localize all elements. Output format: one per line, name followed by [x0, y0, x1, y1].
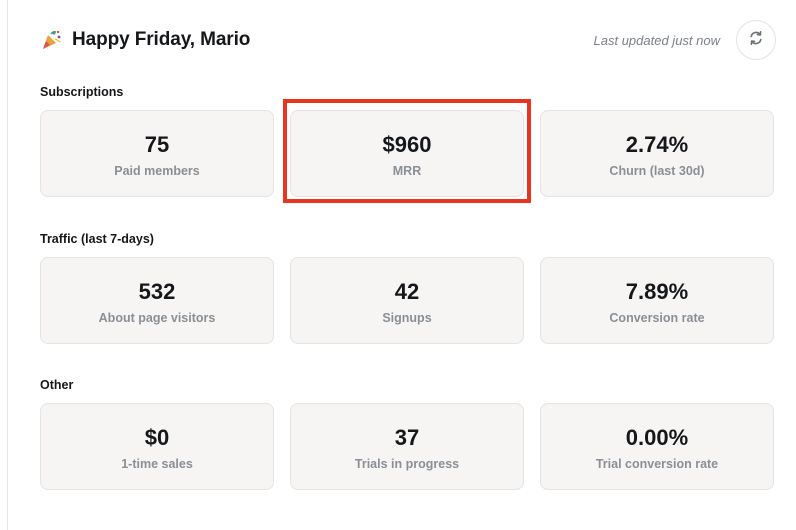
stat-value: $0 — [144, 425, 170, 450]
stat-card-conversion-rate[interactable]: 7.89% Conversion rate — [540, 257, 774, 344]
stat-value: 7.89% — [625, 279, 689, 304]
traffic-row: 532 About page visitors 42 Signups 7.89%… — [40, 257, 775, 345]
stat-card-trial-conversion-rate[interactable]: 0.00% Trial conversion rate — [540, 403, 774, 490]
last-updated-text: Last updated just now — [593, 32, 720, 48]
greeting-title: Happy Friday, Mario — [72, 29, 251, 50]
stat-value: 532 — [138, 279, 176, 304]
stat-value: $960 — [382, 132, 432, 157]
refresh-button[interactable] — [736, 20, 776, 60]
stat-label: MRR — [392, 164, 422, 178]
stat-card-signups[interactable]: 42 Signups — [290, 257, 524, 344]
stat-label: Signups — [382, 311, 432, 325]
stat-label: Trial conversion rate — [595, 457, 719, 471]
stat-card-trials-in-progress[interactable]: 37 Trials in progress — [290, 403, 524, 490]
subscriptions-row: 75 Paid members $960 MRR 2.74% Churn (la… — [40, 110, 775, 198]
stat-value: 37 — [394, 425, 420, 450]
stat-label: Conversion rate — [609, 311, 705, 325]
other-row: $0 1-time sales 37 Trials in progress 0.… — [40, 403, 775, 491]
stat-label: Paid members — [114, 164, 200, 178]
section-title-other: Other — [40, 378, 74, 392]
stat-value: 0.00% — [625, 425, 689, 450]
panel-left-border — [7, 0, 8, 530]
stat-value: 75 — [144, 132, 170, 157]
stat-label: About page visitors — [98, 311, 216, 325]
stat-card-churn[interactable]: 2.74% Churn (last 30d) — [540, 110, 774, 197]
stat-card-one-time-sales[interactable]: $0 1-time sales — [40, 403, 274, 490]
stat-label: 1-time sales — [121, 457, 193, 471]
party-popper-icon — [40, 29, 62, 51]
dashboard-header: Happy Friday, Mario Last updated just no… — [40, 20, 776, 60]
stat-card-mrr[interactable]: $960 MRR — [290, 110, 524, 197]
stat-label: Trials in progress — [354, 457, 460, 471]
section-title-subscriptions: Subscriptions — [40, 85, 124, 99]
stat-label: Churn (last 30d) — [609, 164, 705, 178]
stat-value: 42 — [394, 279, 420, 304]
refresh-icon — [747, 29, 765, 52]
stat-card-about-page-visitors[interactable]: 532 About page visitors — [40, 257, 274, 344]
stat-value: 2.74% — [625, 132, 689, 157]
stat-card-paid-members[interactable]: 75 Paid members — [40, 110, 274, 197]
section-title-traffic: Traffic (last 7-days) — [40, 232, 154, 246]
